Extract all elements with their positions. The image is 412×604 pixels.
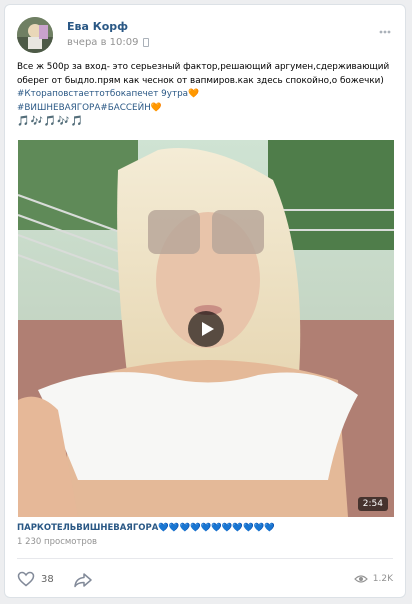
post-card: Ева Корф вчера в 10:09 Все ж 500р за вхо… xyxy=(4,4,406,598)
post-time[interactable]: вчера в 10:09 xyxy=(67,37,149,48)
mobile-icon xyxy=(142,38,149,47)
view-count: 1.2K xyxy=(372,574,393,584)
hashtag-link[interactable]: #Ктораповстаеттотбокапечет 9утра🧡 xyxy=(17,88,395,102)
video-title[interactable]: ПАРКОТЕЛЬВИШНЕВАЯГОРА💙💙💙💙💙💙💙💙💙💙💙 xyxy=(17,523,275,533)
divider xyxy=(17,558,393,559)
post-text-line: оберег от быдло.прям как чеснок от вапми… xyxy=(17,75,384,86)
play-icon xyxy=(202,322,214,336)
author-name[interactable]: Ева Корф xyxy=(67,20,128,33)
post-actions: 38 1.2K xyxy=(17,571,393,593)
hashtag-link[interactable]: #ВИШНЕВАЯГОРА#БАССЕЙН🧡 xyxy=(17,102,395,116)
heart-icon xyxy=(17,571,35,587)
eye-icon xyxy=(353,575,368,583)
video-duration: 2:54 xyxy=(357,497,388,511)
music-notes: 🎵🎶🎵🎶🎵 xyxy=(17,116,85,127)
more-icon[interactable] xyxy=(377,23,393,35)
post-header: Ева Корф вчера в 10:09 xyxy=(17,17,393,57)
play-button[interactable] xyxy=(188,311,224,347)
view-counter: 1.2K xyxy=(353,574,393,584)
post-text: Все ж 500р за вход- это серьезный фактор… xyxy=(17,61,395,129)
video-player[interactable]: 2:54 xyxy=(18,140,394,517)
avatar[interactable] xyxy=(17,17,53,53)
share-button[interactable] xyxy=(73,572,93,592)
share-icon xyxy=(74,573,92,588)
like-count: 38 xyxy=(41,573,54,585)
post-time-label: вчера в 10:09 xyxy=(67,37,139,48)
post-text-line: Все ж 500р за вход- это серьезный фактор… xyxy=(17,62,390,72)
like-button[interactable]: 38 xyxy=(17,571,54,587)
video-views: 1 230 просмотров xyxy=(17,537,98,547)
